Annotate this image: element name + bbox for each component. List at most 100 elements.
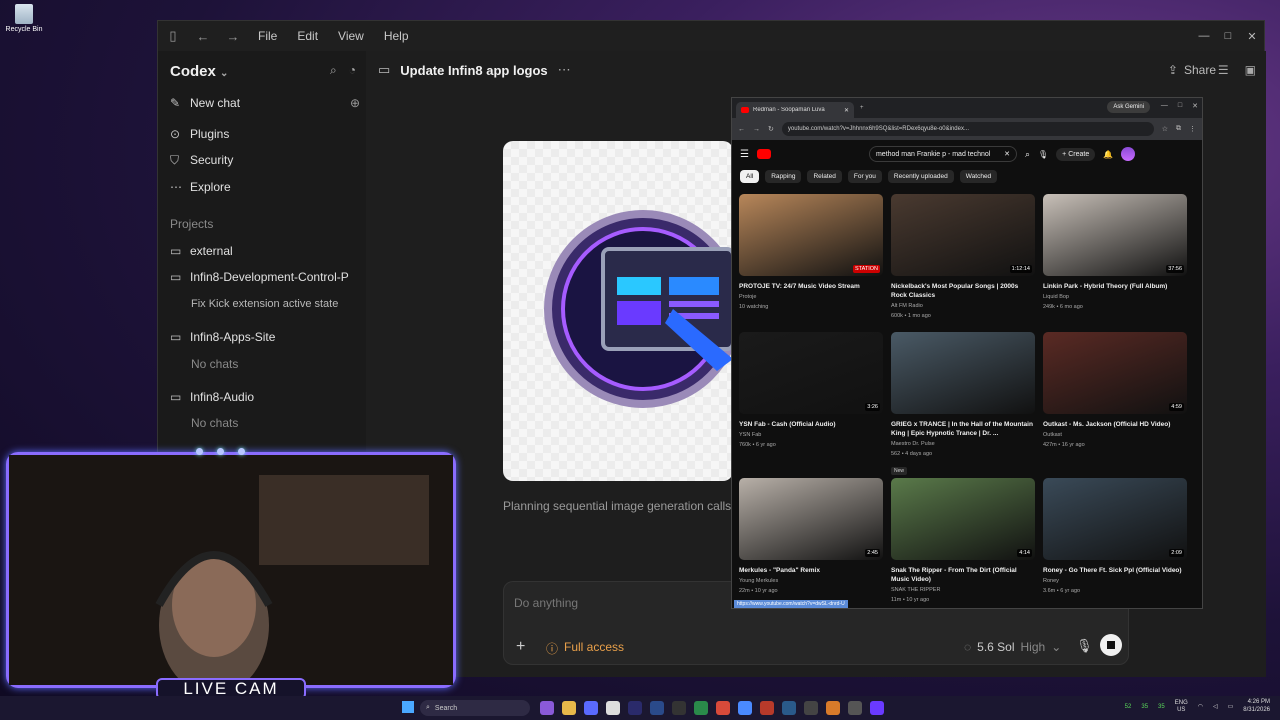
codex-icon[interactable]	[870, 701, 884, 715]
chip-related[interactable]: Related	[807, 170, 842, 183]
channel-name[interactable]: SNAK THE RIPPER	[891, 586, 1035, 594]
taskbar-search[interactable]: ⌕ Search	[420, 700, 530, 716]
forward-arrow-icon[interactable]: →	[753, 126, 760, 133]
maximize-button[interactable]: □	[1178, 102, 1182, 110]
video-thumbnail[interactable]	[891, 332, 1035, 414]
video-title[interactable]: GRIEG x TRANCE | In the Hall of the Moun…	[891, 420, 1035, 438]
menu-edit[interactable]: Edit	[287, 29, 328, 43]
video-card[interactable]: 37:56 Linkin Park - Hybrid Theory (Full A…	[1043, 194, 1187, 312]
access-selector[interactable]: ⓘ Full access	[546, 640, 624, 657]
back-arrow-icon[interactable]: ←	[188, 29, 218, 44]
url-field[interactable]: youtube.com/watch?v=Jhhnnx6h9SQ&list=RDe…	[781, 122, 1154, 136]
github-icon[interactable]	[672, 701, 686, 715]
language-indicator[interactable]: ENG US	[1175, 700, 1188, 714]
channel-name[interactable]: Liquid Bop	[1043, 293, 1187, 301]
avatar[interactable]	[1121, 147, 1136, 161]
terminal-icon[interactable]	[804, 701, 818, 715]
acrobat-icon[interactable]	[716, 701, 730, 715]
channel-name[interactable]: Roney	[1043, 577, 1187, 585]
create-button[interactable]: + Create	[1056, 147, 1096, 161]
share-button[interactable]: ⇪ Share	[1168, 63, 1216, 77]
wifi-icon[interactable]: ◠	[1198, 703, 1203, 710]
chrome-icon[interactable]	[738, 701, 752, 715]
panel-toggle-icon[interactable]: ▣	[1245, 63, 1256, 77]
youtube-logo[interactable]	[756, 149, 771, 159]
chat-item[interactable]: Fix Kick extension active state	[191, 292, 351, 316]
video-card[interactable]: 1:12:14 Nickelback's Most Popular Songs |…	[891, 194, 1035, 321]
video-card[interactable]: 2:09 Roney - Go There Ft. Sick Ppl (Offic…	[1043, 478, 1187, 596]
chip-all[interactable]: All	[740, 170, 760, 183]
star-icon[interactable]: ☆	[1162, 125, 1168, 133]
search-input[interactable]: method man Frankie p - mad technol ✕	[868, 146, 1017, 162]
premiere-icon[interactable]	[628, 701, 642, 715]
volume-icon[interactable]: ◁	[1213, 703, 1218, 710]
back-arrow-icon[interactable]: ←	[738, 126, 745, 133]
photoshop-icon[interactable]	[650, 701, 664, 715]
menu-icon[interactable]: ⋮	[1189, 125, 1196, 133]
prompt-input[interactable]: Do anything	[514, 596, 578, 610]
forward-arrow-icon[interactable]: →	[218, 29, 248, 44]
video-card[interactable]: 2:45 Merkules - "Panda" Remix Young Merkul…	[739, 478, 883, 596]
ask-gemini-button[interactable]: Ask Gemini	[1107, 101, 1150, 113]
blender-icon[interactable]	[826, 701, 840, 715]
channel-name[interactable]: Young Merkules	[739, 577, 883, 585]
chip-recently-uploaded[interactable]: Recently uploaded	[887, 170, 954, 183]
app-brand[interactable]: Codex ⌄	[170, 63, 228, 80]
video-thumbnail[interactable]: 1:12:14	[891, 194, 1035, 276]
channel-name[interactable]: YSN Fab	[739, 431, 883, 439]
file-explorer-icon[interactable]	[562, 701, 576, 715]
chip-rapping[interactable]: Rapping	[765, 170, 802, 183]
obs-icon[interactable]	[760, 701, 774, 715]
video-card[interactable]: STATION PROTOJE TV: 24/7 Music Video Stre…	[739, 194, 883, 312]
recycle-bin[interactable]: Recycle Bin	[4, 4, 44, 33]
chip-for-you[interactable]: For you	[847, 170, 882, 183]
project-infin8-audio[interactable]: ▭ Infin8-Audio	[170, 385, 360, 409]
attach-button[interactable]: +	[516, 638, 525, 656]
channel-name[interactable]: Alt FM Radio	[891, 302, 1035, 310]
video-card[interactable]: 3:26 YSN Fab - Cash (Official Audio) YSN F…	[739, 332, 883, 450]
video-title[interactable]: Roney - Go There Ft. Sick Ppl (Official …	[1043, 566, 1187, 575]
settings-icon[interactable]	[848, 701, 862, 715]
close-button[interactable]: ✕	[1192, 102, 1198, 110]
search-icon[interactable]: ⌕	[330, 63, 337, 78]
video-thumbnail[interactable]: 4:14	[891, 478, 1035, 560]
sidebar-item-security[interactable]: ⛉ Security	[170, 148, 360, 172]
excel-icon[interactable]	[694, 701, 708, 715]
minimize-button[interactable]: —	[1192, 30, 1216, 42]
start-icon[interactable]	[402, 701, 414, 713]
visual-studio-icon[interactable]	[540, 701, 554, 715]
video-title[interactable]: YSN Fab - Cash (Official Audio)	[739, 420, 883, 429]
add-icon[interactable]: ⊕	[350, 96, 360, 110]
vscode-icon[interactable]	[782, 701, 796, 715]
bell-icon[interactable]: ◔	[349, 63, 356, 78]
menu-help[interactable]: Help	[374, 29, 419, 43]
video-thumbnail[interactable]: 3:26	[739, 332, 883, 414]
video-thumbnail[interactable]: 4:59	[1043, 332, 1187, 414]
close-button[interactable]: ✕	[1240, 30, 1264, 43]
microphone-icon[interactable]: 🎙	[1076, 638, 1093, 654]
sidebar-item-explore[interactable]: ⋯ Explore	[170, 175, 360, 199]
discord-icon[interactable]	[584, 701, 598, 715]
video-title[interactable]: Nickelback's Most Popular Songs | 2000s …	[891, 282, 1035, 300]
video-thumbnail[interactable]: 2:09	[1043, 478, 1187, 560]
video-card[interactable]: 4:14 Snak The Ripper - From The Dirt (Off…	[891, 478, 1035, 605]
search-icon[interactable]: ⌕	[1025, 149, 1030, 160]
video-title[interactable]: Merkules - "Panda" Remix	[739, 566, 883, 575]
video-title[interactable]: Outkast - Ms. Jackson (Official HD Video…	[1043, 420, 1187, 429]
notification-bell-icon[interactable]: 🔔	[1103, 150, 1113, 159]
channel-name[interactable]: Maestro Dr. Pulse	[891, 440, 1035, 448]
menu-file[interactable]: File	[248, 29, 287, 43]
extensions-icon[interactable]: ⧉	[1176, 125, 1181, 133]
battery-icon[interactable]: ▭	[1228, 703, 1234, 710]
menu-view[interactable]: View	[328, 29, 374, 43]
new-tab-icon[interactable]: +	[860, 105, 864, 111]
video-title[interactable]: PROTOJE TV: 24/7 Music Video Stream	[739, 282, 883, 291]
diff-icon[interactable]: ☰	[1218, 63, 1229, 77]
video-title[interactable]: Linkin Park - Hybrid Theory (Full Album)	[1043, 282, 1187, 291]
video-title[interactable]: Snak The Ripper - From The Dirt (Officia…	[891, 566, 1035, 584]
video-thumbnail[interactable]: STATION	[739, 194, 883, 276]
video-thumbnail[interactable]: 37:56	[1043, 194, 1187, 276]
channel-name[interactable]: Outkast	[1043, 431, 1187, 439]
channel-name[interactable]: Protoje	[739, 293, 883, 301]
microphone-icon[interactable]: 🎙	[1038, 150, 1048, 159]
